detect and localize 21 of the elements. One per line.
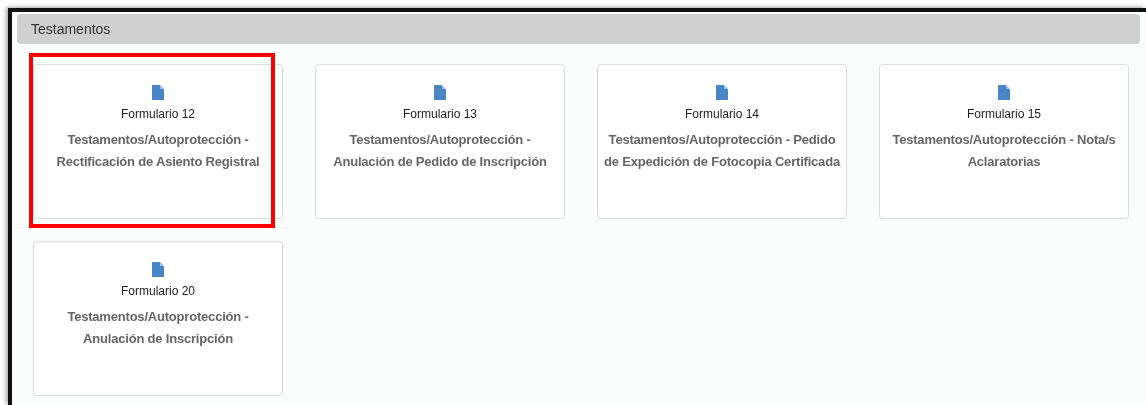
form-card[interactable]: Formulario 13 Testamentos/Autoprotección - Anulación de Pedido de Inscripción <box>315 64 565 219</box>
form-title: Testamentos/Autoprotección - Rectificación de Asiento Registral <box>55 131 261 171</box>
form-card[interactable]: Formulario 20 Testamentos/Autoprotección - Anulación de Inscripción <box>33 241 283 396</box>
document-icon <box>716 85 728 100</box>
form-card[interactable]: Formulario 15 Testamentos/Autoprotección - Nota/s Aclaratorias <box>879 64 1129 219</box>
document-icon <box>434 85 446 100</box>
form-title: Testamentos/Autoprotección - Anulación de Inscripción <box>66 308 250 348</box>
document-icon <box>152 262 164 277</box>
document-icon <box>152 85 164 100</box>
form-number: Formulario 20 <box>121 284 195 298</box>
form-title: Testamentos/Autoprotección - Pedido de Expedición de Fotocopia Certificada <box>603 131 842 171</box>
form-number: Formulario 13 <box>403 107 477 121</box>
form-card[interactable]: Formulario 12 Testamentos/Autoprotección - Rectificación de Asiento Registral <box>33 64 283 219</box>
form-title: Testamentos/Autoprotección - Anulación de Pedido de Inscripción <box>332 131 548 171</box>
form-number: Formulario 14 <box>685 107 759 121</box>
form-number: Formulario 12 <box>121 107 195 121</box>
document-icon <box>998 85 1010 100</box>
form-card[interactable]: Formulario 14 Testamentos/Autoprotección - Pedido de Expedición de Fotocopia Certificada <box>597 64 847 219</box>
form-number: Formulario 15 <box>967 107 1041 121</box>
form-title: Testamentos/Autoprotección - Nota/s Aclaratorias <box>891 131 1117 171</box>
panel-title: Testamentos <box>17 14 1140 44</box>
